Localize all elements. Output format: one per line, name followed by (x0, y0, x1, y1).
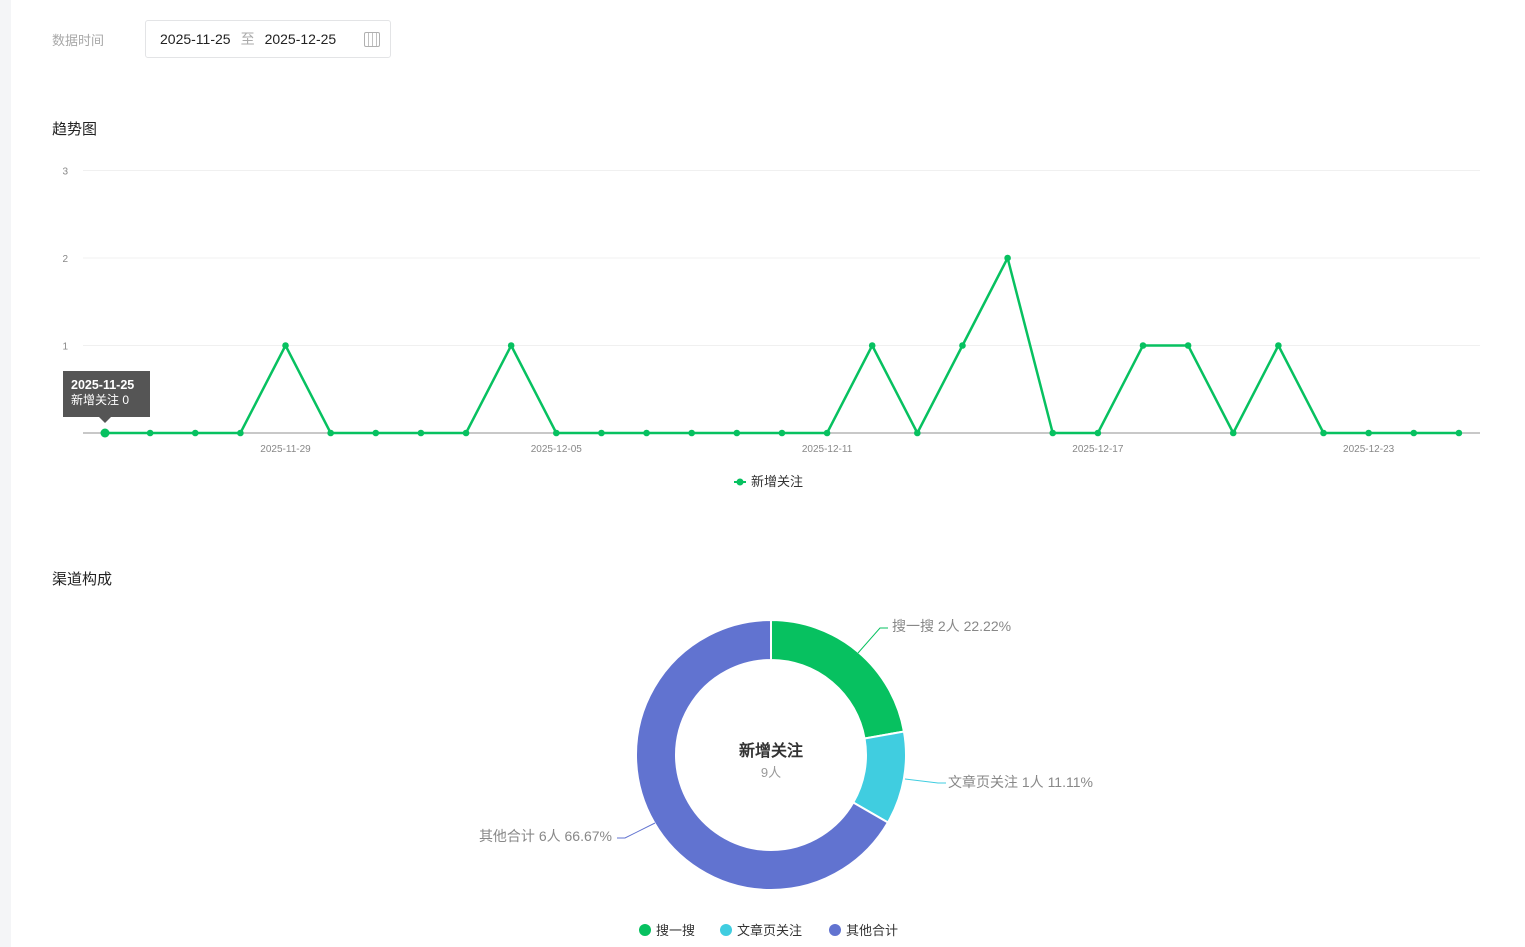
data-point (327, 429, 334, 437)
y-tick-label: 1 (62, 342, 68, 353)
data-point (1410, 429, 1418, 437)
data-point (1184, 342, 1192, 349)
pie-slice (770, 618, 906, 740)
label-leader-line (904, 778, 946, 784)
legend-marker (639, 924, 651, 936)
data-point (1275, 342, 1282, 349)
charts-canvas: 1 2 3 2025-11-29 2025-12-05 2025-12-11 2025-12… (62, 167, 1480, 938)
data-point (914, 429, 921, 437)
legend-marker (720, 924, 732, 936)
data-point (100, 428, 110, 438)
label-leader-line (857, 627, 888, 654)
data-point (823, 429, 831, 437)
x-tick-label: 2025-11-29 (260, 444, 311, 455)
data-point (1365, 429, 1372, 437)
data-point (959, 342, 966, 349)
y-tick-label: 2 (62, 254, 68, 265)
x-tick-label: 2025-12-11 (802, 444, 853, 455)
data-point (643, 429, 650, 437)
donut-center-value: 9人 (761, 765, 781, 780)
tooltip-value: 新增关注 0 (71, 393, 130, 407)
chart-tooltip: 2025-11-25 新增关注 0 (63, 371, 150, 423)
data-point (237, 429, 244, 437)
slice-label: 文章页关注 1人 11.11% (948, 774, 1093, 790)
legend-label: 搜一搜 (656, 923, 695, 938)
data-point (191, 429, 199, 437)
data-point (417, 429, 425, 437)
x-tick-label: 2025-12-05 (531, 444, 583, 455)
legend-marker (829, 924, 841, 936)
legend-marker (736, 478, 744, 486)
y-tick-label: 3 (62, 167, 68, 178)
data-point (598, 429, 605, 437)
label-leader-line (617, 822, 656, 839)
data-point (282, 342, 289, 349)
data-point (1229, 429, 1237, 437)
tooltip-date: 2025-11-25 (71, 378, 135, 392)
data-point (146, 429, 154, 437)
donut-center-title: 新增关注 (739, 741, 803, 760)
x-tick-label: 2025-12-23 (1343, 444, 1395, 455)
x-tick-label: 2025-12-17 (1072, 444, 1124, 455)
legend-label: 文章页关注 (737, 923, 802, 938)
data-point (507, 342, 515, 349)
data-point (553, 429, 560, 437)
data-point (778, 429, 786, 437)
data-point (1004, 254, 1011, 262)
data-point (733, 429, 741, 437)
data-point (1139, 342, 1147, 349)
data-point (1049, 429, 1057, 437)
data-point (1094, 429, 1102, 437)
legend-label: 其他合计 (846, 923, 898, 938)
data-point (372, 429, 380, 437)
slice-label: 搜一搜 2人 22.22% (892, 618, 1011, 634)
data-point (688, 429, 695, 437)
data-point (1455, 429, 1463, 437)
data-point (868, 342, 876, 349)
data-point (1320, 429, 1327, 437)
data-point (462, 429, 470, 437)
slice-label: 其他合计 6人 66.67% (479, 828, 612, 844)
legend-label: 新增关注 (751, 474, 803, 489)
